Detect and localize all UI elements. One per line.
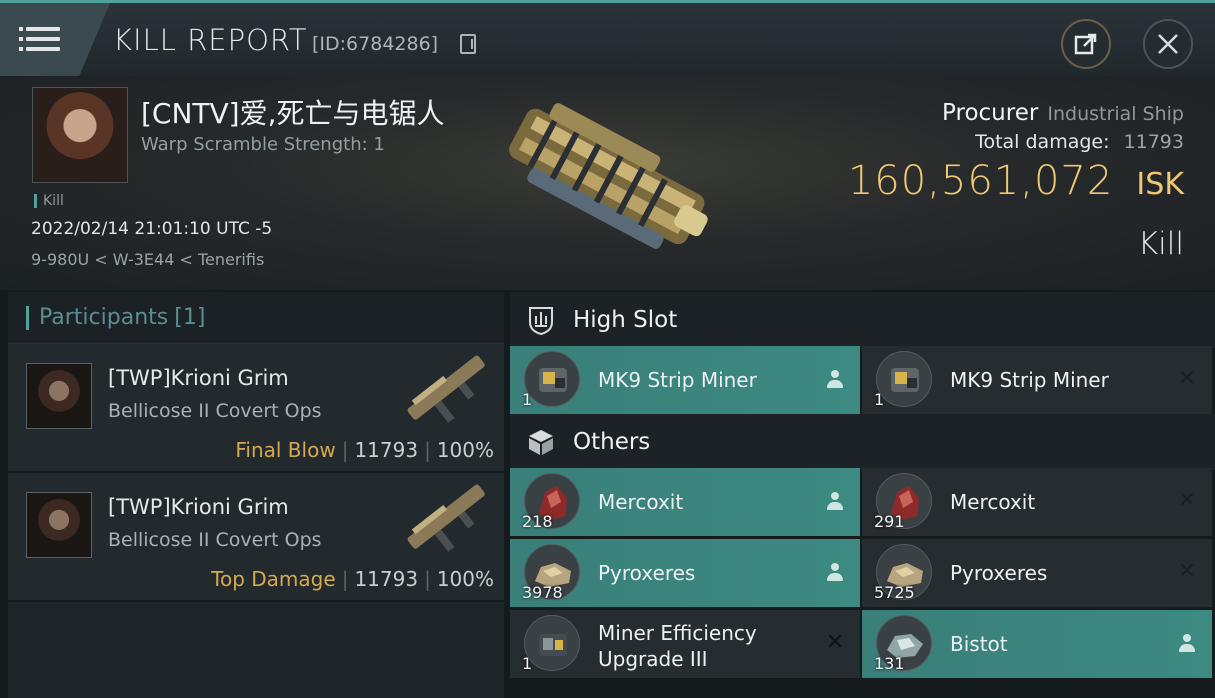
kill-datetime: 2022/02/14 21:01:10 UTC -5	[31, 219, 273, 239]
item-quantity: 5725	[874, 583, 915, 602]
item-row[interactable]: 3978 Pyroxeres	[510, 539, 860, 607]
item-row[interactable]: 291 Mercoxit ✕	[862, 468, 1212, 536]
participant-ship: Bellicose II Covert Ops	[108, 529, 322, 551]
close-button[interactable]	[1143, 19, 1193, 69]
destroyed-x-icon: ✕	[825, 630, 845, 655]
item-name: Bistot	[950, 632, 1008, 656]
accent-bar	[26, 305, 29, 330]
participant-name[interactable]: [TWP]Krioni Grim	[108, 366, 289, 390]
item-name-line1: Miner Efficiency	[598, 621, 757, 645]
item-quantity: 131	[874, 654, 905, 673]
item-name: Mercoxit	[950, 490, 1036, 514]
item-row[interactable]: 131 Bistot	[862, 610, 1212, 678]
participants-panel: Participants [1] [TWP]Krioni Grim Bellic…	[8, 292, 504, 698]
participant-row[interactable]: [TWP]Krioni Grim Bellicose II Covert Ops…	[8, 344, 504, 473]
menu-button[interactable]	[0, 3, 110, 76]
item-name: Pyroxeres	[950, 561, 1048, 585]
close-icon	[1158, 34, 1178, 54]
item-name: Miner Efficiency Upgrade III	[598, 620, 757, 672]
divider: |	[424, 438, 431, 462]
destroyed-x-icon: ✕	[1177, 488, 1197, 513]
dropped-person-icon	[824, 561, 846, 583]
strip-miner-icon	[524, 351, 580, 407]
victim-panel: [CNTV]爱,死亡与电锯人 Warp Scramble Strength: 1…	[0, 76, 1215, 290]
ship-type-line: Procurer Industrial Ship	[942, 100, 1184, 126]
item-quantity: 1	[874, 390, 885, 409]
participant-name[interactable]: [TWP]Krioni Grim	[108, 495, 289, 519]
total-damage-line: Total damage: 11793	[975, 131, 1184, 153]
kill-tag: Kill	[34, 194, 64, 208]
high-slot-title: High Slot	[573, 307, 678, 333]
item-name: MK9 Strip Miner	[598, 368, 757, 392]
item-name: Mercoxit	[598, 490, 684, 514]
miner-upgrade-icon	[524, 615, 580, 671]
kill-id: [ID:6784286]	[312, 33, 439, 55]
participant-portrait[interactable]	[26, 492, 92, 558]
destroyed-x-icon: ✕	[1177, 559, 1197, 584]
item-quantity: 291	[874, 512, 905, 531]
participant-tag: Top Damage	[211, 567, 336, 591]
isk-unit: ISK	[1136, 167, 1184, 202]
divider: |	[424, 567, 431, 591]
share-external-icon	[1074, 33, 1097, 55]
isk-value-line: 160,561,072 ISK	[848, 158, 1184, 204]
ship-class: Industrial Ship	[1047, 103, 1184, 125]
total-damage-value: 11793	[1123, 131, 1184, 153]
ship-image[interactable]	[485, 96, 735, 266]
destroyed-x-icon: ✕	[1177, 366, 1197, 391]
participant-percent: 100%	[436, 567, 494, 591]
item-name: Pyroxeres	[598, 561, 696, 585]
item-row[interactable]: 1 Miner Efficiency Upgrade III ✕	[510, 610, 860, 678]
item-quantity: 218	[522, 512, 553, 531]
participant-damage: 11793	[354, 567, 419, 591]
copy-icon[interactable]	[460, 34, 476, 54]
strip-miner-icon	[876, 351, 932, 407]
victim-portrait[interactable]	[32, 87, 128, 183]
share-button[interactable]	[1061, 19, 1111, 69]
title-bar: KILL REPORT [ID:6784286]	[0, 0, 1215, 76]
hamburger-menu-icon	[19, 25, 62, 53]
divider: |	[341, 438, 349, 462]
participant-damage: 11793	[354, 438, 419, 462]
kill-location[interactable]: 9-980U < W-3E44 < Tenerifis	[31, 250, 264, 269]
participants-title: Participants	[39, 305, 169, 330]
participants-count: [1]	[174, 305, 206, 330]
participant-percent: 100%	[436, 438, 494, 462]
dropped-person-icon	[824, 368, 846, 390]
item-row[interactable]: 1 MK9 Strip Miner	[510, 346, 860, 414]
participant-stats: Top Damage | 11793 | 100%	[211, 567, 494, 591]
others-title: Others	[573, 429, 651, 455]
participants-header: Participants [1]	[8, 292, 504, 344]
others-header: Others	[510, 414, 1215, 470]
warp-scramble-strength: Warp Scramble Strength: 1	[141, 134, 385, 155]
dropped-person-icon	[824, 490, 846, 512]
item-row[interactable]: 218 Mercoxit	[510, 468, 860, 536]
participant-ship: Bellicose II Covert Ops	[108, 400, 322, 422]
item-quantity: 1	[522, 654, 533, 673]
dropped-person-icon	[1176, 632, 1198, 654]
divider: |	[341, 567, 349, 591]
ship-name[interactable]: Procurer	[942, 100, 1038, 126]
page-title: KILL REPORT	[113, 23, 308, 57]
victim-name[interactable]: [CNTV]爱,死亡与电锯人	[141, 92, 445, 132]
result-label: Kill	[1137, 226, 1184, 262]
participant-row[interactable]: [TWP]Krioni Grim Bellicose II Covert Ops…	[8, 473, 504, 602]
weapon-icon	[407, 355, 485, 423]
participant-portrait[interactable]	[26, 363, 92, 429]
high-slot-header: High Slot	[510, 292, 1215, 348]
item-quantity: 3978	[522, 583, 563, 602]
total-damage-label: Total damage:	[975, 131, 1110, 153]
isk-value: 160,561,072	[847, 158, 1114, 204]
item-name-line2: Upgrade III	[598, 647, 708, 671]
weapon-icon	[407, 484, 485, 552]
high-slot-icon	[529, 307, 553, 336]
item-quantity: 1	[522, 390, 533, 409]
participant-tag: Final Blow	[235, 438, 336, 462]
item-row[interactable]: 5725 Pyroxeres ✕	[862, 539, 1212, 607]
participant-stats: Final Blow | 11793 | 100%	[235, 438, 494, 462]
item-row[interactable]: 1 MK9 Strip Miner ✕	[862, 346, 1212, 414]
cargo-box-icon	[529, 430, 553, 455]
item-name: MK9 Strip Miner	[950, 368, 1109, 392]
